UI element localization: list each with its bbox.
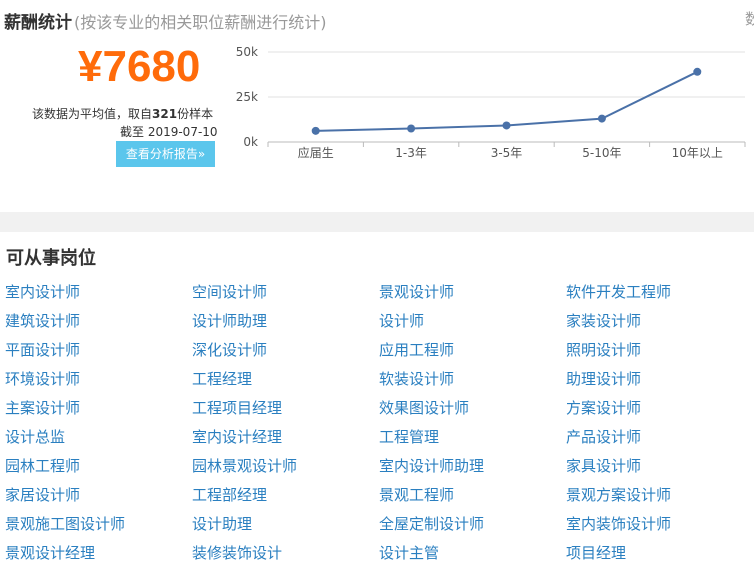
jobs-title: 可从事岗位 [6,248,96,269]
job-link[interactable]: 工程管理 [379,426,439,447]
x-tick-label: 应届生 [298,145,334,160]
job-link[interactable]: 室内设计师 [5,281,80,302]
job-link[interactable]: 项目经理 [566,542,626,563]
job-link[interactable]: 装修装饰设计 [192,542,282,563]
job-link[interactable]: 景观设计师 [379,281,454,302]
job-link[interactable]: 景观施工图设计师 [5,513,125,534]
job-link[interactable]: 照明设计师 [566,339,641,360]
job-link[interactable]: 空间设计师 [192,281,267,302]
job-link[interactable]: 室内装饰设计师 [566,513,671,534]
job-link[interactable]: 设计助理 [192,513,252,534]
job-link[interactable]: 全屋定制设计师 [379,513,484,534]
job-link[interactable]: 设计总监 [5,426,65,447]
job-link[interactable]: 室内设计师助理 [379,455,484,476]
job-link[interactable]: 主案设计师 [5,397,80,418]
job-link[interactable]: 方案设计师 [566,397,641,418]
job-link[interactable]: 环境设计师 [5,368,80,389]
job-link[interactable]: 景观方案设计师 [566,484,671,505]
job-link[interactable]: 室内设计经理 [192,426,282,447]
job-link[interactable]: 工程部经理 [192,484,267,505]
y-tick-label: 0k [243,135,258,149]
job-link[interactable]: 效果图设计师 [379,397,469,418]
job-link[interactable]: 景观设计经理 [5,542,95,563]
job-link[interactable]: 平面设计师 [5,339,80,360]
data-point [502,121,511,130]
x-tick-label: 5-10年 [582,146,621,160]
job-link[interactable]: 景观工程师 [379,484,454,505]
job-link[interactable]: 家具设计师 [566,455,641,476]
job-link[interactable]: 工程项目经理 [192,397,282,418]
job-link[interactable]: 园林工程师 [5,455,80,476]
job-link[interactable]: 设计师助理 [192,310,267,331]
job-link[interactable]: 家居设计师 [5,484,80,505]
job-link[interactable]: 软装设计师 [379,368,454,389]
job-link[interactable]: 设计主管 [379,542,439,563]
salary-chart: 0k 25k 50k 应届生 1-3年 3-5年 5-10年 10年以上 [236,45,746,160]
job-link[interactable]: 工程经理 [192,368,252,389]
job-link[interactable]: 设计师 [379,310,424,331]
job-link[interactable]: 助理设计师 [566,368,641,389]
data-point [407,124,416,133]
job-link[interactable]: 家装设计师 [566,310,641,331]
salary-section: 薪酬统计 (按该专业的相关职位薪酬进行统计) 数 ¥7680 该数据为平均值，取自… [0,0,754,212]
x-tick-label: 10年以上 [672,146,723,160]
job-link[interactable]: 软件开发工程师 [566,281,671,302]
job-link[interactable]: 应用工程师 [379,339,454,360]
data-point [311,126,320,135]
data-point [693,67,702,76]
section-divider [0,212,754,232]
job-link[interactable]: 深化设计师 [192,339,267,360]
y-tick-label: 50k [236,45,258,59]
job-link[interactable]: 产品设计师 [566,426,641,447]
x-tick-label: 3-5年 [491,146,523,160]
data-point [597,114,606,123]
y-tick-label: 25k [236,90,258,104]
job-link[interactable]: 园林景观设计师 [192,455,297,476]
job-link[interactable]: 建筑设计师 [5,310,80,331]
x-tick-label: 1-3年 [395,146,427,160]
